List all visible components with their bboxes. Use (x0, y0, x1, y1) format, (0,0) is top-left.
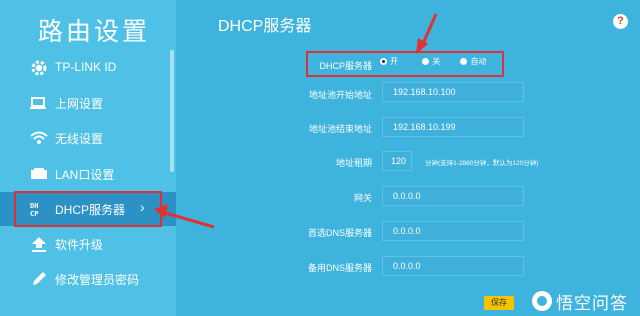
sidebar-item-upgrade[interactable]: 软件升级 (0, 227, 176, 261)
pool-end-input[interactable]: 192.168.10.199 (382, 117, 524, 137)
help-icon[interactable]: ? (613, 14, 628, 29)
watermark-text: 悟空问答 (556, 293, 628, 314)
wifi-icon (30, 131, 48, 144)
sidebar-title: 路由设置 (38, 17, 151, 46)
monitor-icon (30, 97, 46, 109)
pool-start-input[interactable]: 192.168.10.100 (382, 82, 524, 102)
annotation-box-dhcp-toggle (306, 51, 504, 77)
sidebar-item-label: TP-LINK ID (55, 60, 117, 74)
watermark: 悟空问答 (532, 288, 628, 314)
gateway-input[interactable]: 0.0.0.0 (382, 186, 524, 206)
sidebar-item-label: 无线设置 (55, 132, 104, 146)
lease-hint: 分钟(支持1-2880分钟，默认为120分钟) (425, 160, 539, 167)
sidebar-item-label: LAN口设置 (55, 168, 115, 182)
sidebar-item-wireless[interactable]: 无线设置 (0, 121, 176, 155)
sidebar-item-label: 修改管理员密码 (55, 273, 140, 287)
lease-label: 地址租期 (335, 158, 372, 168)
pool-start-label: 地址池开始地址 (308, 90, 372, 100)
sidebar-item-label: 软件升级 (55, 238, 104, 252)
sidebar: 路由设置 TP-LINK ID 上网设置 无线设置 LAN口设置 DH CP D… (0, 0, 176, 316)
lan-port-icon (31, 168, 47, 179)
sidebar-item-internet[interactable]: 上网设置 (0, 86, 176, 120)
secondary-dns-label: 备用DNS服务器 (307, 263, 372, 273)
gateway-label: 网关 (353, 193, 372, 203)
sidebar-item-tplink-id[interactable]: TP-LINK ID (0, 51, 176, 85)
sidebar-item-label: 上网设置 (55, 97, 104, 111)
pool-end-label: 地址池结束地址 (308, 124, 372, 134)
annotation-box-sidebar-dhcp (14, 191, 162, 227)
sidebar-item-lan[interactable]: LAN口设置 (0, 157, 176, 191)
sidebar-item-password[interactable]: 修改管理员密码 (0, 262, 176, 296)
save-button[interactable]: 保存 (484, 296, 514, 310)
lease-input[interactable]: 120 (382, 151, 412, 171)
primary-dns-input[interactable]: 0.0.0.0 (382, 221, 524, 241)
gear-icon (31, 60, 47, 76)
secondary-dns-input[interactable]: 0.0.0.0 (382, 256, 524, 276)
watermark-logo-icon (532, 291, 552, 311)
page-title: DHCP服务器 (218, 18, 312, 35)
pencil-icon (33, 272, 46, 285)
primary-dns-label: 首选DNS服务器 (307, 228, 372, 238)
upload-icon (32, 237, 46, 252)
